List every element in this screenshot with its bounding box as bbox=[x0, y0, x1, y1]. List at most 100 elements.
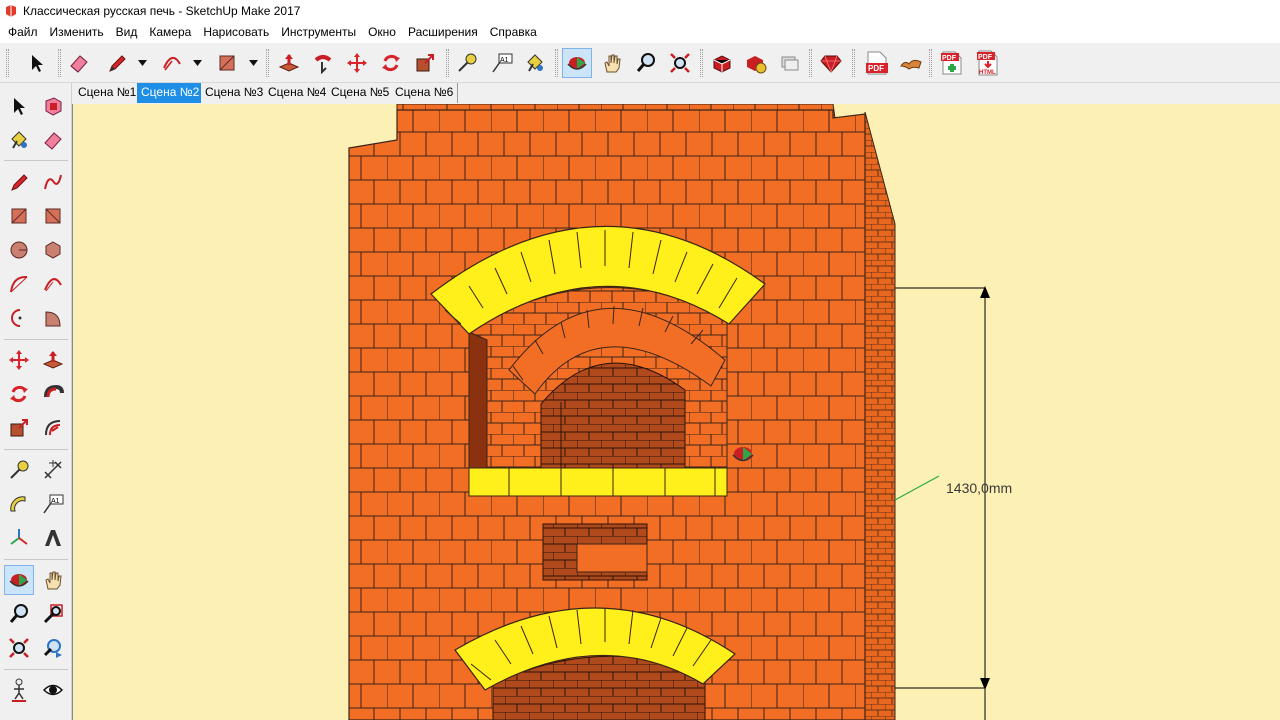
offset-tool-button[interactable] bbox=[38, 413, 68, 443]
axes-tool-button[interactable] bbox=[4, 523, 34, 553]
html-label: HTML bbox=[979, 70, 996, 76]
toolbar-grip[interactable] bbox=[446, 49, 449, 77]
toolbar-grip[interactable] bbox=[58, 49, 61, 77]
menu-draw[interactable]: Нарисовать bbox=[197, 22, 275, 43]
layout-button[interactable] bbox=[775, 48, 805, 78]
rotate-tool-button[interactable] bbox=[4, 379, 34, 409]
position-camera-button[interactable] bbox=[4, 675, 34, 705]
toolbar-grip[interactable] bbox=[809, 49, 812, 77]
pdf-html-button[interactable]: PDF HTML bbox=[973, 48, 1003, 78]
push-pull-tool-button[interactable] bbox=[38, 345, 68, 375]
pdf-import-button[interactable]: PDF bbox=[937, 48, 967, 78]
arc-tool-button[interactable] bbox=[4, 269, 34, 299]
tab-scene-4[interactable]: Сцена №4 bbox=[264, 83, 332, 103]
dimension-1430[interactable] bbox=[894, 286, 990, 720]
move-tool-button[interactable] bbox=[342, 48, 372, 78]
extension-warehouse-button[interactable] bbox=[741, 48, 771, 78]
orbit-tool-button[interactable] bbox=[4, 565, 34, 595]
zoom-extents-tool-button[interactable] bbox=[665, 48, 695, 78]
3d-warehouse-button[interactable] bbox=[707, 48, 737, 78]
polygon-tool-button[interactable] bbox=[38, 235, 68, 265]
sandbox-button[interactable] bbox=[896, 48, 926, 78]
paint-bucket-tool-button[interactable] bbox=[4, 125, 34, 155]
menu-camera[interactable]: Камера bbox=[143, 22, 197, 43]
three-point-arc-tool-button[interactable] bbox=[4, 303, 34, 333]
rectangle-tool-button[interactable] bbox=[212, 48, 242, 78]
pie-tool-button[interactable] bbox=[38, 303, 68, 333]
pan-tool-button[interactable] bbox=[597, 48, 627, 78]
freehand-tool-button[interactable] bbox=[38, 167, 68, 197]
rectangle-tool-button[interactable] bbox=[4, 201, 34, 231]
tab-scene-1[interactable]: Сцена №1 bbox=[74, 83, 142, 103]
toolbar-grip[interactable] bbox=[6, 49, 9, 77]
arc-tool-button[interactable] bbox=[157, 48, 187, 78]
rotated-rectangle-icon bbox=[45, 208, 61, 224]
paint-bucket-tool-button[interactable] bbox=[520, 48, 550, 78]
move-tool-button[interactable] bbox=[4, 345, 34, 375]
zoom-window-tool-button[interactable] bbox=[38, 599, 68, 629]
zoom-tool-button[interactable] bbox=[631, 48, 661, 78]
rotate-icon bbox=[10, 385, 28, 403]
toolbar-grip[interactable] bbox=[929, 49, 932, 77]
pencil-icon bbox=[109, 55, 126, 72]
scale-tool-button[interactable] bbox=[4, 413, 34, 443]
export-pdf-button[interactable]: PDF bbox=[862, 48, 892, 78]
sketchup-app-icon bbox=[6, 5, 16, 17]
ruby-icon bbox=[820, 55, 842, 74]
select-tool-button[interactable] bbox=[4, 91, 34, 121]
tab-scene-2[interactable]: Сцена №2 bbox=[137, 83, 205, 103]
select-tool-button[interactable] bbox=[22, 48, 52, 78]
follow-me-tool-button[interactable] bbox=[308, 48, 338, 78]
line-tool-button[interactable] bbox=[4, 167, 34, 197]
toolbar-grip[interactable] bbox=[555, 49, 558, 77]
look-around-button[interactable] bbox=[38, 675, 68, 705]
text-tool-button[interactable]: A1 bbox=[487, 48, 517, 78]
tab-scene-3[interactable]: Сцена №3 bbox=[201, 83, 269, 103]
pdf-label: PDF bbox=[978, 54, 993, 61]
scale-tool-button[interactable] bbox=[410, 48, 440, 78]
menu-tools[interactable]: Инструменты bbox=[275, 22, 362, 43]
menu-extensions[interactable]: Расширения bbox=[402, 22, 484, 43]
circle-tool-button[interactable] bbox=[4, 235, 34, 265]
toolbar-grip[interactable] bbox=[266, 49, 269, 77]
make-component-icon bbox=[45, 97, 62, 116]
stove-model-drawing[interactable] bbox=[73, 104, 1280, 720]
two-point-arc-tool-button[interactable] bbox=[38, 269, 68, 299]
pan-tool-button[interactable] bbox=[38, 565, 68, 595]
orbit-tool-button[interactable] bbox=[562, 48, 592, 78]
tab-scene-5[interactable]: Сцена №5 bbox=[327, 83, 395, 103]
tab-scene-6[interactable]: Сцена №6 bbox=[391, 83, 459, 103]
previous-view-button[interactable] bbox=[38, 633, 68, 663]
arc-dropdown[interactable] bbox=[192, 57, 202, 69]
zoom-tool-button[interactable] bbox=[4, 599, 34, 629]
rotate-tool-button[interactable] bbox=[376, 48, 406, 78]
menu-file[interactable]: Файл bbox=[2, 22, 44, 43]
menu-edit[interactable]: Изменить bbox=[44, 22, 110, 43]
toolbar-grip[interactable] bbox=[700, 49, 703, 77]
dimension-tool-button[interactable] bbox=[38, 455, 68, 485]
toolbar-separator bbox=[4, 559, 68, 560]
zoom-extents-tool-button[interactable] bbox=[4, 633, 34, 663]
eraser-tool-button[interactable] bbox=[64, 48, 94, 78]
tape-measure-tool-button[interactable] bbox=[452, 48, 482, 78]
menu-view[interactable]: Вид bbox=[110, 22, 144, 43]
menu-help[interactable]: Справка bbox=[484, 22, 543, 43]
tape-measure-tool-button[interactable] bbox=[4, 455, 34, 485]
eraser-tool-button[interactable] bbox=[38, 125, 68, 155]
ruby-console-button[interactable] bbox=[816, 48, 846, 78]
push-pull-tool-button[interactable] bbox=[274, 48, 304, 78]
pencil-dropdown[interactable] bbox=[137, 57, 147, 69]
text-tool-button[interactable]: A1 bbox=[38, 489, 68, 519]
make-component-button[interactable] bbox=[38, 91, 68, 121]
toolbar-grip[interactable] bbox=[852, 49, 855, 77]
model-viewport[interactable]: 1430,0mm bbox=[72, 104, 1280, 720]
3d-text-tool-button[interactable] bbox=[38, 523, 68, 553]
follow-me-tool-button[interactable] bbox=[38, 379, 68, 409]
zoom-extents-icon bbox=[670, 53, 690, 73]
menu-window[interactable]: Окно bbox=[362, 22, 402, 43]
pencil-tool-button[interactable] bbox=[102, 48, 132, 78]
rectangle-dropdown[interactable] bbox=[248, 57, 258, 69]
protractor-tool-button[interactable] bbox=[4, 489, 34, 519]
paint-bucket-icon bbox=[527, 54, 543, 72]
rotated-rectangle-tool-button[interactable] bbox=[38, 201, 68, 231]
